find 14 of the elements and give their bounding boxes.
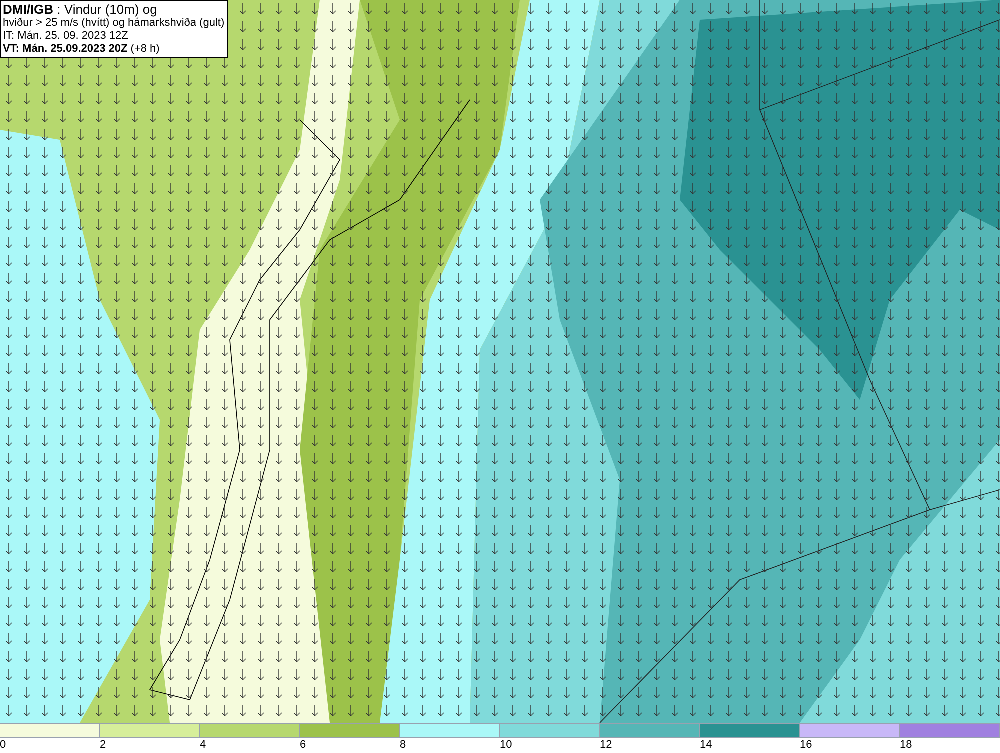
tick-label: 16: [800, 739, 812, 752]
tick-label: 6: [300, 739, 306, 752]
title-text: DMI/IGB : Vindur (10m) og: [3, 2, 158, 17]
tick-label: 4: [200, 739, 206, 752]
tick-label: 2: [100, 739, 106, 752]
tick-label: 18: [900, 739, 912, 752]
tick-label: 10: [500, 739, 512, 752]
caption-text: hviður > 25 m/s (hvítt) og hámarkshviða (gult): [3, 17, 225, 30]
tick-label: 14: [700, 739, 712, 752]
tick-label: 12: [600, 739, 612, 752]
caption-text: VT: Mán. 25.09.2023 20Z (+8 h): [3, 43, 161, 56]
tick-label: 8: [400, 739, 406, 752]
tick-label: 0: [0, 739, 6, 752]
caption-text: IT: Mán. 25. 09. 2023 12Z: [3, 30, 130, 43]
